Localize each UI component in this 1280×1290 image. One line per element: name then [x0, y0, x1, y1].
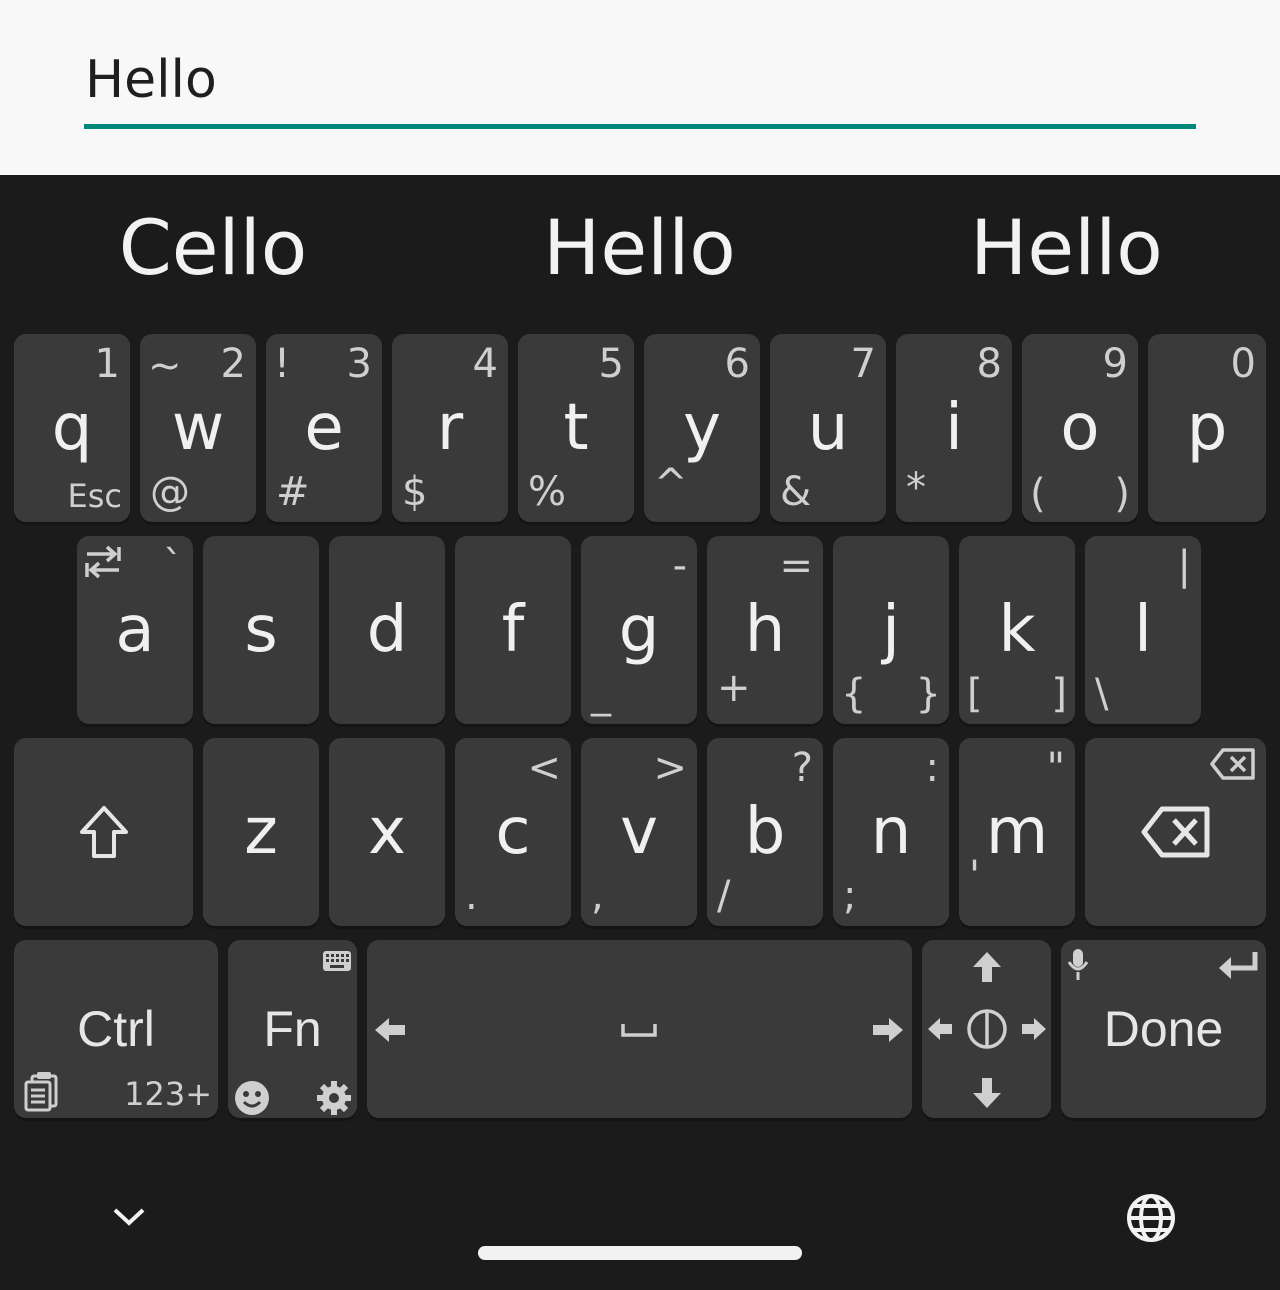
key-hint: ^	[654, 461, 688, 507]
key-b[interactable]: ? b /	[707, 738, 823, 926]
key-hint: $	[402, 469, 428, 515]
key-f[interactable]: f	[455, 536, 571, 724]
arrow-right-icon	[873, 1018, 903, 1042]
arrow-up-icon	[973, 952, 1001, 982]
home-indicator[interactable]	[478, 1246, 802, 1260]
key-hint: @	[150, 469, 190, 515]
key-label: f	[501, 593, 525, 667]
key-label: s	[244, 593, 278, 667]
key-h[interactable]: = h +	[707, 536, 823, 724]
key-s[interactable]: s	[203, 536, 319, 724]
key-hint: \	[1095, 671, 1109, 717]
key-hint: *	[906, 465, 926, 511]
key-hint: .	[465, 873, 478, 919]
done-label: Done	[1103, 1001, 1224, 1057]
backspace-key[interactable]	[1085, 738, 1266, 926]
emoji-icon	[235, 1081, 269, 1115]
key-q[interactable]: 1 q Esc	[14, 334, 130, 522]
gear-icon	[317, 1081, 351, 1115]
key-hint: {	[841, 671, 867, 717]
globe-icon[interactable]	[1125, 1192, 1177, 1244]
ctrl-key[interactable]: Ctrl 123+	[14, 940, 218, 1118]
key-u[interactable]: 7 u &	[770, 334, 886, 522]
key-g[interactable]: - g _	[581, 536, 697, 724]
key-i[interactable]: 8 i *	[896, 334, 1012, 522]
key-hint: Esc	[67, 477, 122, 515]
key-label: z	[244, 795, 278, 869]
key-hint: /	[717, 873, 731, 919]
key-hint: '	[969, 853, 980, 899]
key-l[interactable]: | l \	[1085, 536, 1201, 724]
key-y[interactable]: 6 y ^	[644, 334, 760, 522]
clipboard-icon	[24, 1072, 58, 1112]
arrow-left-icon	[375, 1018, 405, 1042]
suggestion-1[interactable]: Cello	[0, 175, 426, 320]
text-field-area: Hello	[0, 0, 1280, 175]
key-j[interactable]: j { }	[833, 536, 949, 724]
key-hint: }	[915, 671, 941, 717]
arrow-right-icon	[1022, 1018, 1046, 1040]
key-hint: %	[528, 469, 567, 515]
suggestion-3[interactable]: Hello	[853, 175, 1280, 320]
key-r[interactable]: 4 r $	[392, 334, 508, 522]
key-k[interactable]: k [ ]	[959, 536, 1075, 724]
cursor-control-icon	[967, 1009, 1007, 1049]
key-m[interactable]: " m '	[959, 738, 1075, 926]
navigation-bar	[0, 1140, 1280, 1290]
space-key[interactable]	[367, 940, 912, 1118]
key-z[interactable]: z	[203, 738, 319, 926]
numbers-label: 123+	[124, 1075, 212, 1113]
space-icon	[621, 1024, 657, 1037]
arrow-down-icon	[973, 1078, 1001, 1108]
suggestion-2[interactable]: Hello	[426, 175, 853, 320]
key-w[interactable]: ~ 2 w @	[140, 334, 256, 522]
arrow-left-icon	[928, 1018, 952, 1040]
key-v[interactable]: > v ,	[581, 738, 697, 926]
key-n[interactable]: : n ;	[833, 738, 949, 926]
key-c[interactable]: < c .	[455, 738, 571, 926]
key-hint: (	[1030, 471, 1046, 517]
key-label: d	[366, 593, 408, 667]
key-hint: +	[717, 665, 751, 711]
shift-icon	[80, 806, 128, 858]
key-hint: &	[780, 469, 812, 515]
backspace-icon	[1210, 748, 1255, 780]
key-label: a	[115, 593, 155, 667]
key-x[interactable]: x	[329, 738, 445, 926]
key-hint: ]	[1051, 671, 1067, 717]
key-hint: _	[591, 671, 611, 717]
key-hint: [	[967, 671, 983, 717]
key-hint: ,	[591, 873, 604, 919]
done-key[interactable]: Done	[1061, 940, 1266, 1118]
key-label: x	[368, 795, 406, 869]
text-input[interactable]: Hello	[85, 50, 217, 110]
backspace-icon	[1141, 806, 1210, 858]
key-e[interactable]: ! 3 e #	[266, 334, 382, 522]
key-t[interactable]: 5 t %	[518, 334, 634, 522]
key-a[interactable]: ` a	[77, 536, 193, 724]
key-hint: )	[1114, 471, 1130, 517]
key-label: p	[1186, 391, 1228, 465]
key-o[interactable]: 9 o ( )	[1022, 334, 1138, 522]
input-underline	[84, 124, 1196, 129]
cursor-key[interactable]	[922, 940, 1051, 1118]
key-d[interactable]: d	[329, 536, 445, 724]
shift-key[interactable]	[14, 738, 193, 926]
key-hint: #	[276, 469, 310, 515]
key-hint: ;	[843, 873, 857, 919]
fn-key[interactable]: Fn	[228, 940, 357, 1118]
chevron-down-icon[interactable]	[112, 1206, 146, 1228]
key-p[interactable]: 0 p	[1148, 334, 1266, 522]
